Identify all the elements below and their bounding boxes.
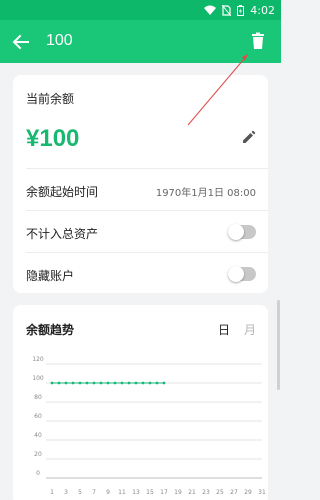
hide-account-toggle[interactable] <box>228 266 256 282</box>
x-tick-label: 27 <box>230 489 238 496</box>
y-tick-label: 60 <box>34 413 42 420</box>
current-balance-label: 当前余额 <box>26 92 75 106</box>
data-point <box>148 381 152 385</box>
balance-card: 当前余额 ¥100 余额起始时间 1970年1月1日 08:00 不计入总资产 … <box>13 75 268 293</box>
x-tick-label: 19 <box>174 489 182 496</box>
toggle-knob <box>228 266 244 282</box>
page-title: 100 <box>46 32 73 49</box>
exclude-total-toggle[interactable] <box>228 224 256 240</box>
trash-icon[interactable] <box>247 30 269 52</box>
trend-title: 余额趋势 <box>26 323 75 337</box>
hide-account-label: 隐藏账户 <box>26 269 75 283</box>
toggle-knob <box>228 224 244 240</box>
pencil-icon[interactable] <box>242 129 256 143</box>
x-tick-label: 13 <box>132 489 140 496</box>
y-tick-label: 20 <box>34 451 42 458</box>
x-tick-label: 25 <box>216 489 224 496</box>
exclude-total-label: 不计入总资产 <box>26 227 99 241</box>
wifi-icon <box>204 5 217 15</box>
data-point <box>127 381 131 385</box>
balance-trend-chart: 0204060801001201 3 5 7 9 11 13 15 17 19 21 23 25 27 29… <box>32 356 266 496</box>
x-tick-label: 31 <box>258 489 266 496</box>
data-point <box>141 381 145 385</box>
divider <box>26 168 268 169</box>
x-tick-label: 3 <box>64 489 68 496</box>
no-sim-icon <box>222 4 232 16</box>
y-tick-label: 100 <box>32 375 44 382</box>
x-tick-label: 1 <box>50 489 54 496</box>
x-tick-label: 9 <box>106 489 110 496</box>
app-bar: 100 <box>0 20 281 63</box>
data-point <box>155 381 159 385</box>
divider <box>26 210 268 211</box>
current-balance-value[interactable]: ¥100 <box>26 125 79 153</box>
x-tick-label: 15 <box>146 489 154 496</box>
x-tick-label: 29 <box>244 489 252 496</box>
start-time-label: 余额起始时间 <box>26 185 99 199</box>
scrollbar[interactable] <box>277 300 280 390</box>
data-point <box>162 381 166 385</box>
data-point <box>99 381 103 385</box>
data-point <box>50 381 54 385</box>
y-tick-label: 0 <box>36 470 40 477</box>
data-point <box>85 381 89 385</box>
y-tick-label: 40 <box>34 432 42 439</box>
x-tick-label: 5 <box>78 489 82 496</box>
data-point <box>113 381 117 385</box>
x-tick-label: 21 <box>188 489 196 496</box>
x-tick-label: 11 <box>118 489 126 496</box>
data-point <box>57 381 61 385</box>
data-point <box>120 381 124 385</box>
status-time: 4:02 <box>250 3 275 17</box>
y-tick-label: 120 <box>32 356 44 363</box>
data-point <box>64 381 68 385</box>
data-point <box>134 381 138 385</box>
start-time-value[interactable]: 1970年1月1日 08:00 <box>156 184 256 199</box>
status-bar: 4:02 <box>0 0 281 20</box>
y-tick-label: 80 <box>34 394 42 401</box>
divider <box>26 252 268 253</box>
x-tick-label: 17 <box>160 489 168 496</box>
data-point <box>78 381 82 385</box>
tab-month[interactable]: 月 <box>244 321 256 338</box>
trend-card: 余额趋势 日 月 0 20 40 60 80 100 120 1 3 5 7 9 11 13 15 17 19 2… <box>13 305 268 500</box>
data-point <box>92 381 96 385</box>
data-point <box>71 381 75 385</box>
x-tick-label: 23 <box>202 489 210 496</box>
tab-day[interactable]: 日 <box>218 321 230 338</box>
arrow-back-icon[interactable] <box>10 31 32 53</box>
battery-icon <box>237 4 245 16</box>
x-tick-label: 7 <box>92 489 96 496</box>
data-point <box>106 381 110 385</box>
